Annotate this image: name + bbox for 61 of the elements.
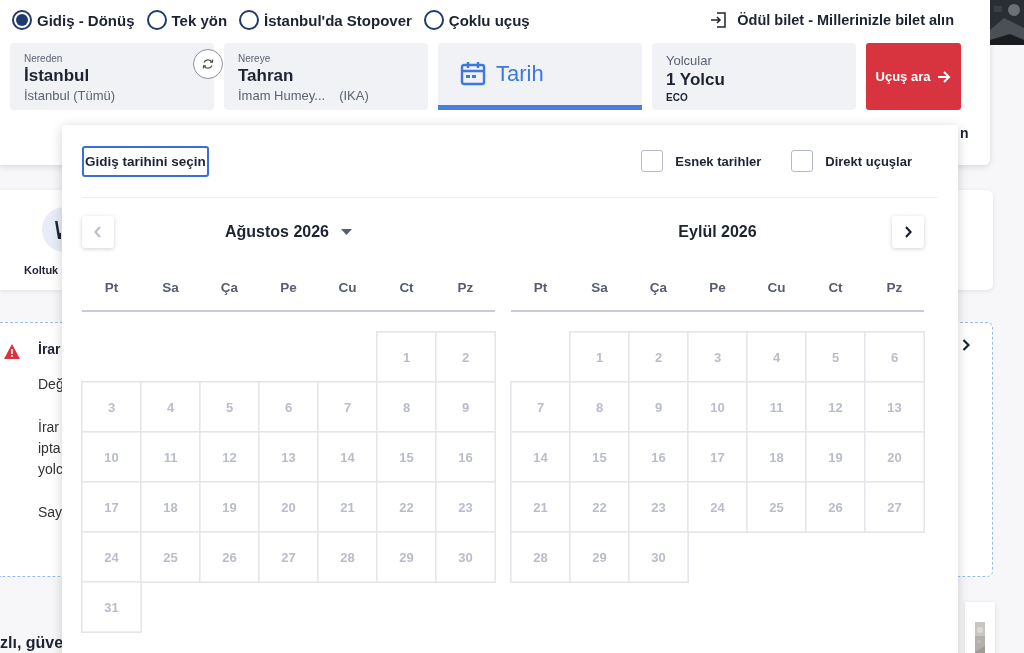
- weekday-label: Pz: [885, 279, 904, 295]
- passenger-count: 1 Yolcu: [666, 70, 726, 90]
- month-title: Eylül 2026: [678, 223, 757, 241]
- destination-field[interactable]: Nereye Tahran İmam Humey... (IKA): [224, 43, 428, 110]
- trip-type-option[interactable]: Çoklu uçuş: [423, 10, 530, 30]
- checkbox-option[interactable]: Direkt uçuşlar: [791, 150, 912, 172]
- weekday-label: Ct: [398, 279, 415, 295]
- field-label: Yolcular: [666, 53, 713, 68]
- chevron-right-icon[interactable]: [962, 339, 970, 351]
- dropdown-caret-icon[interactable]: [341, 229, 352, 235]
- weekday-label: Cu: [337, 279, 358, 295]
- radio-icon[interactable]: [12, 10, 32, 30]
- weekday-label: Ct: [827, 279, 844, 295]
- weekday-label: Sa: [161, 279, 180, 295]
- trip-type-option[interactable]: İstanbul'da Stopover: [239, 10, 412, 30]
- weekday-label: Pz: [456, 279, 475, 295]
- award-ticket-link[interactable]: Ödül bilet - Millerinizle bilet alın: [737, 12, 954, 28]
- weekday-label: Pt: [532, 279, 549, 295]
- airport-name: İstanbul (Tümü): [24, 88, 116, 103]
- checkbox-option[interactable]: Esnek tarihler: [641, 150, 762, 172]
- radio-icon[interactable]: [146, 10, 167, 30]
- checkbox[interactable]: [641, 150, 664, 172]
- notice-paragraph: Say: [38, 503, 64, 522]
- field-label: Nereden: [24, 53, 64, 64]
- arrow-right-icon: [937, 69, 952, 84]
- search-flights-button[interactable]: Uçuş ara: [866, 43, 961, 110]
- link-text[interactable]: n: [960, 125, 969, 141]
- radio-icon[interactable]: [423, 10, 444, 30]
- next-month-button[interactable]: [892, 216, 924, 248]
- weekday-label: Ça: [648, 279, 669, 295]
- weekday-label: Pe: [708, 279, 727, 295]
- trip-type-option[interactable]: Tek yön: [146, 10, 228, 30]
- cabin-class: ECO: [666, 92, 688, 103]
- swap-icon: [201, 57, 215, 71]
- notice-title: İrar: [38, 341, 62, 357]
- notice-paragraph: İrar ipta yolc: [38, 418, 64, 479]
- service-label: Koltuk: [24, 264, 59, 276]
- weekday-label: Pe: [279, 279, 298, 295]
- city-name: İstanbul: [24, 66, 91, 86]
- airport-code: (IKA): [339, 88, 369, 103]
- login-icon: [709, 11, 728, 29]
- radio-icon[interactable]: [239, 10, 260, 30]
- warning-icon: [4, 344, 20, 359]
- city-name: Tahran: [238, 66, 295, 86]
- section-heading: zlı, güve: [0, 634, 64, 652]
- date-prompt: Gidiş tarihini seçin: [82, 145, 209, 177]
- weekday-label: Ça: [219, 279, 240, 295]
- weekday-label: Sa: [590, 279, 609, 295]
- field-label: Nereye: [238, 53, 272, 64]
- chevron-left-icon: [94, 226, 102, 238]
- date-tab[interactable]: Tarih: [438, 43, 642, 110]
- trip-type-option[interactable]: Gidiş - Dönüş: [12, 10, 135, 30]
- calendar-icon: [460, 61, 486, 87]
- passengers-field[interactable]: Yolcular 1 Yolcu ECO: [652, 43, 856, 110]
- chevron-right-icon: [904, 226, 912, 238]
- weekday-label: Pt: [103, 279, 120, 295]
- weekday-label: Cu: [766, 279, 787, 295]
- airport-name: İmam Humey...: [238, 88, 326, 103]
- origin-field[interactable]: Nereden İstanbul İstanbul (Tümü): [10, 43, 214, 110]
- checkbox[interactable]: [791, 150, 814, 172]
- month-title[interactable]: Ağustos 2026: [224, 223, 329, 241]
